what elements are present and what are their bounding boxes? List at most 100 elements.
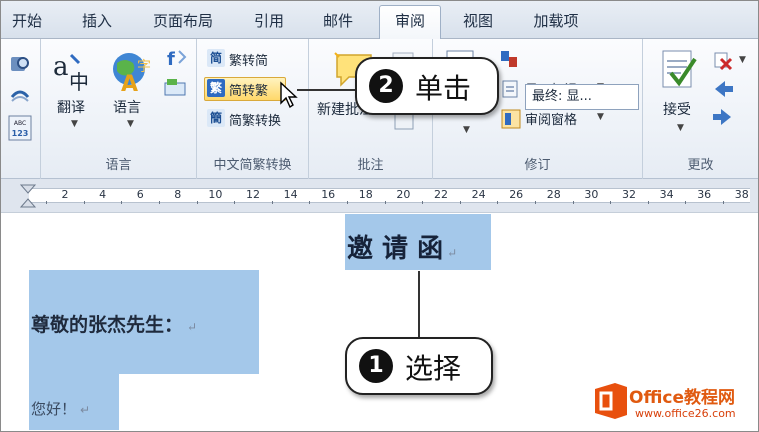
chinese-conversion-icon: 簡	[207, 109, 225, 127]
callout-step-1-text: 选择	[405, 352, 462, 385]
accept-caret[interactable]: ▼	[677, 123, 684, 133]
ruler-tick-mark	[46, 201, 48, 204]
translate-dropdown-caret[interactable]: ▼	[71, 119, 78, 129]
ruler-tick-mark	[121, 201, 123, 204]
tab-mailings[interactable]: 邮件	[317, 7, 359, 37]
ruler-tick-mark	[384, 201, 386, 204]
ruler-tick-label: 20	[396, 188, 411, 201]
research-icon[interactable]	[9, 53, 31, 75]
ruler-tick-mark	[309, 201, 311, 204]
ruler-tick-label: 4	[99, 188, 107, 201]
selection-gap	[119, 374, 259, 431]
paragraph-mark: ↵	[447, 246, 458, 260]
translate-screentip-icon[interactable]: f	[165, 47, 189, 69]
callout-connector-line	[297, 89, 357, 91]
group-proofing: ABC 123	[1, 39, 41, 179]
greeting-line[interactable]: 您好！ ↵	[31, 398, 90, 419]
review-pane-caret[interactable]: ▼	[597, 112, 604, 122]
ruler-tick-mark	[610, 201, 612, 204]
next-change-icon[interactable]	[711, 107, 735, 127]
ruler-tick-mark	[196, 201, 198, 204]
accept-change-icon[interactable]	[657, 47, 703, 95]
greeting-text: 您好！	[31, 400, 77, 418]
ruler-tick-mark	[647, 201, 649, 204]
callout-step-2-text: 单击	[415, 72, 472, 105]
svg-text:ABC: ABC	[14, 120, 26, 127]
accept-button[interactable]: 接受	[663, 99, 691, 119]
reject-caret[interactable]: ▼	[739, 55, 746, 65]
ruler-tick-mark	[271, 201, 273, 204]
ruler-tick-label: 38	[734, 188, 749, 201]
svg-text:a: a	[53, 52, 69, 82]
paragraph-mark: ↵	[187, 320, 198, 334]
svg-text:123: 123	[12, 129, 29, 138]
display-for-review-dropdown[interactable]: 最终: 显...	[525, 84, 639, 110]
traditional-to-simplified-icon: 简	[207, 49, 225, 67]
step-number-badge: 2	[369, 69, 403, 103]
review-pane-button[interactable]: 审阅窗格	[525, 109, 577, 128]
traditional-to-simplified-button[interactable]: 繁转简	[229, 50, 268, 69]
ruler-tick-label: 16	[321, 188, 336, 201]
ruler-tick-label: 18	[358, 188, 373, 201]
tab-home[interactable]: 开始	[7, 7, 47, 37]
chinese-conversion-button[interactable]: 简繁转换	[229, 110, 281, 129]
ruler-tick-mark	[83, 201, 85, 204]
ribbon-tab-bar: 开始 插入 页面布局 引用 邮件 审阅 视图 加载项	[1, 1, 758, 40]
group-changes: 接受 ▼ ▼ 更改	[643, 39, 758, 179]
group-chinese-conversion-label: 中文简繁转换	[213, 158, 292, 173]
previous-change-icon[interactable]	[711, 79, 735, 99]
tab-add-ins[interactable]: 加载项	[527, 7, 585, 37]
ruler-tick-label: 26	[509, 188, 524, 201]
callout-connector-line	[418, 271, 420, 337]
ruler-tick-mark	[535, 201, 536, 204]
indent-marker-icon[interactable]	[19, 183, 37, 211]
show-markup-icon	[502, 80, 518, 98]
salutation-line[interactable]: 尊敬的张杰先生： ↵	[31, 310, 197, 337]
svg-text:字: 字	[137, 59, 151, 75]
ruler-tick-mark	[459, 201, 461, 204]
svg-text:A: A	[121, 72, 138, 95]
document-title-text: 邀 请 函	[347, 234, 444, 264]
step-number-badge: 1	[359, 349, 393, 383]
simplified-to-traditional-button[interactable]: 简转繁	[229, 80, 268, 99]
tab-view[interactable]: 视图	[457, 7, 499, 37]
tab-review[interactable]: 审阅	[379, 5, 441, 40]
review-pane-icon	[501, 109, 521, 129]
track-changes-caret[interactable]: ▼	[463, 125, 470, 135]
language-globe-icon[interactable]: A 字	[107, 47, 155, 95]
language-dropdown-caret[interactable]: ▼	[127, 119, 134, 129]
tab-references[interactable]: 引用	[249, 7, 289, 37]
ruler-tick-mark	[572, 201, 574, 204]
ruler-tick-label: 28	[546, 188, 561, 201]
svg-text:中: 中	[69, 70, 89, 93]
tab-page-layout[interactable]: 页面布局	[147, 7, 219, 37]
ruler-tick-label: 32	[622, 188, 636, 201]
callout-step-1: 1 选择	[345, 337, 493, 395]
ruler-tick-label: 8	[174, 188, 182, 201]
document-title[interactable]: 邀 请 函 ↵	[347, 228, 457, 265]
ruler-tick-label: 30	[584, 188, 599, 201]
ruler-tick-label: 34	[659, 188, 674, 201]
office-logo-icon	[595, 383, 627, 419]
ruler-tick-mark	[723, 201, 724, 204]
word-count-icon[interactable]: ABC 123	[8, 115, 32, 141]
ruler-tick-mark	[497, 201, 499, 204]
language-label[interactable]: 语言	[113, 97, 141, 117]
callout-step-2: 2 单击	[355, 57, 499, 115]
ruler-tick-mark	[159, 201, 160, 204]
ruler-tick-label: 6	[136, 188, 144, 201]
set-language-icon[interactable]	[163, 77, 189, 97]
translate-icon[interactable]: a 中	[51, 49, 99, 93]
translate-label[interactable]: 翻译	[57, 97, 85, 117]
group-comments-label: 批注	[357, 158, 384, 173]
salutation-text: 尊敬的张杰先生：	[31, 314, 184, 336]
tab-insert[interactable]: 插入	[77, 7, 117, 37]
ruler-tick-label: 10	[208, 188, 223, 201]
ruler-tick-label: 24	[471, 188, 486, 201]
thesaurus-icon[interactable]	[9, 85, 31, 105]
reject-change-icon[interactable]	[711, 49, 735, 71]
horizontal-ruler[interactable]: 2 4 6 8 10 12 14 16 18 20 22 24 26 28 30 32 34 36 38	[1, 179, 758, 213]
ruler-tick-label: 22	[434, 188, 448, 201]
watermark-name: Office教程网	[629, 388, 736, 408]
watermark-url: www.office26.com	[635, 407, 736, 420]
